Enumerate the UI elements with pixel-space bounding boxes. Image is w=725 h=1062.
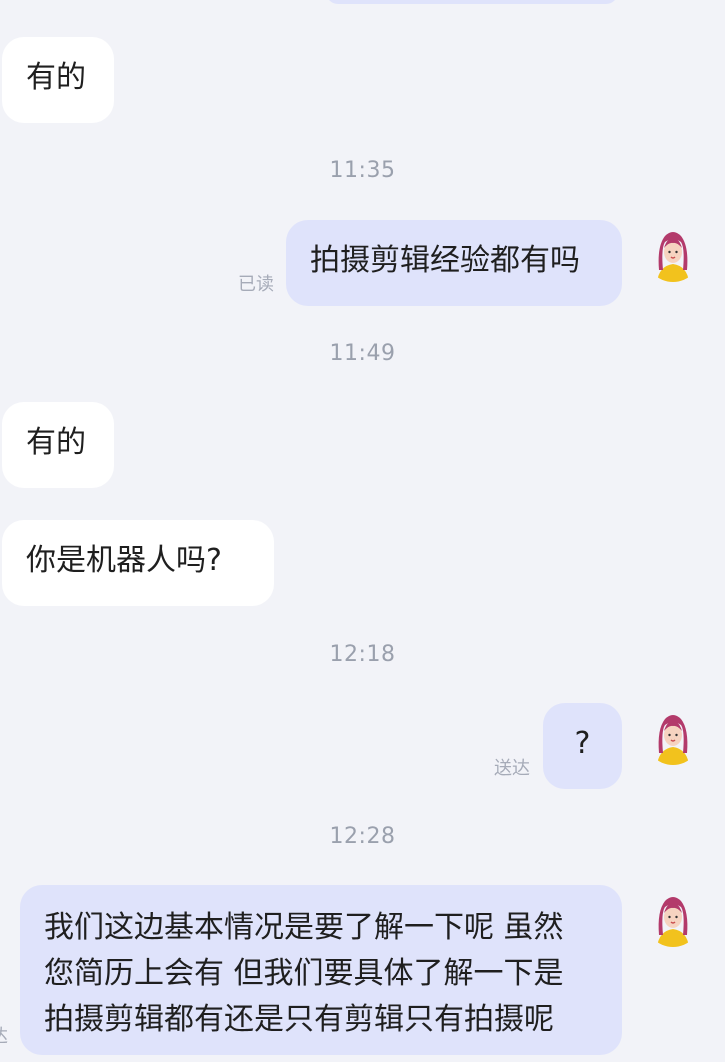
message-text: 拍摄剪辑经验都有吗 xyxy=(310,243,580,278)
message-text: ? xyxy=(574,726,591,761)
outgoing-message-bubble[interactable]: ? xyxy=(543,703,622,789)
message-text: 有的 xyxy=(26,425,86,460)
timestamp: 11:35 xyxy=(329,158,396,183)
avatar[interactable] xyxy=(645,709,701,765)
message-text: 有的 xyxy=(26,60,86,95)
timestamp: 12:28 xyxy=(329,824,396,849)
outgoing-message-bubble[interactable]: 拍摄剪辑经验都有吗 xyxy=(286,220,622,306)
avatar[interactable] xyxy=(645,226,701,282)
woman-avatar-icon xyxy=(645,226,701,282)
woman-avatar-icon xyxy=(645,709,701,765)
incoming-message-bubble[interactable]: 你是机器人吗? xyxy=(2,520,274,606)
partial-status: 达 xyxy=(0,1022,8,1048)
avatar[interactable] xyxy=(645,891,701,947)
incoming-message-bubble[interactable]: 有的 xyxy=(2,37,114,123)
timestamp: 12:18 xyxy=(329,642,396,667)
message-text: 你是机器人吗? xyxy=(26,543,222,578)
message-line: 我们这边基本情况是要了解一下呢 虽然 xyxy=(44,910,564,945)
message-line: 拍摄剪辑都有还是只有剪辑只有拍摄呢 xyxy=(44,1002,554,1037)
incoming-message-bubble[interactable]: 有的 xyxy=(2,402,114,488)
woman-avatar-icon xyxy=(645,891,701,947)
delivered-status: 送达 xyxy=(494,758,530,779)
outgoing-message-bubble[interactable]: 我们这边基本情况是要了解一下呢 虽然 您简历上会有 但我们要具体了解一下是 拍摄… xyxy=(20,885,622,1055)
message-line: 您简历上会有 但我们要具体了解一下是 xyxy=(44,956,564,991)
timestamp: 11:49 xyxy=(329,341,396,366)
read-status: 已读 xyxy=(238,274,274,295)
previous-message-bubble xyxy=(326,0,618,4)
